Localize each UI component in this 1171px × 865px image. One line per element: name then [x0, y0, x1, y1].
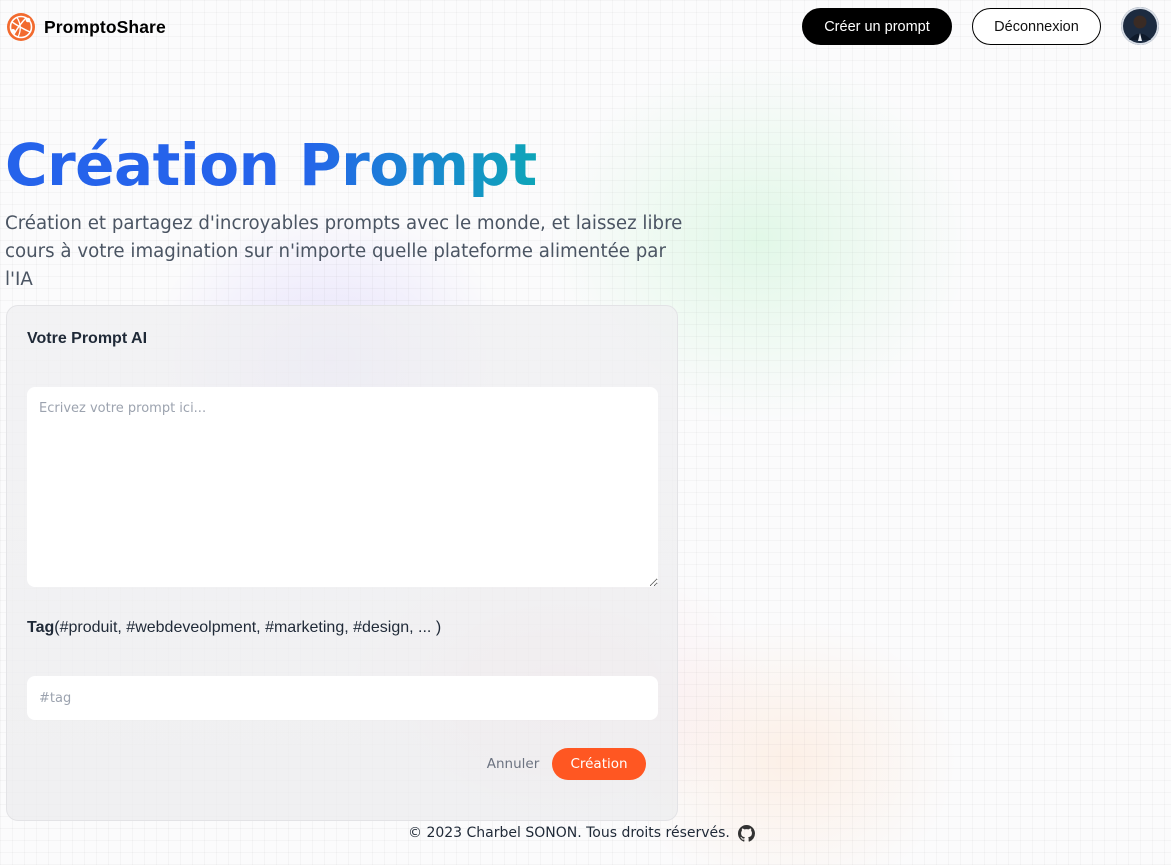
avatar[interactable]: [1121, 7, 1159, 45]
page-title-part1: Création: [5, 131, 280, 199]
copyright-text: © 2023 Charbel SONON. Tous droits réserv…: [408, 825, 730, 841]
tag-label-hint: (#produit, #webdeveolpment, #marketing, …: [54, 619, 442, 636]
submit-button[interactable]: Création: [552, 748, 646, 780]
github-icon[interactable]: [737, 824, 755, 842]
page-title-part2: Prompt: [299, 131, 537, 199]
create-prompt-button[interactable]: Créer un prompt: [802, 8, 952, 45]
globe-logo-icon: [7, 13, 35, 41]
page-description: Création et partagez d'incroyables promp…: [5, 213, 683, 290]
tag-input[interactable]: [27, 676, 658, 720]
avatar-image: [1121, 7, 1159, 45]
tag-label-bold: Tag: [27, 619, 55, 636]
logout-button[interactable]: Déconnexion: [972, 8, 1101, 45]
prompt-textarea[interactable]: [27, 387, 658, 587]
create-prompt-form: Votre Prompt AI Tag(#produit, #webdeveol…: [6, 305, 678, 821]
page-title: Création Prompt: [5, 128, 537, 202]
brand-name: PromptoShare: [44, 16, 166, 37]
top-navbar: PromptoShare Créer un prompt Déconnexion: [0, 0, 1171, 56]
brand-link[interactable]: PromptoShare: [6, 12, 166, 42]
tag-label: Tag(#produit, #webdeveolpment, #marketin…: [27, 619, 441, 637]
cancel-button[interactable]: Annuler: [485, 749, 541, 779]
prompt-label: Votre Prompt AI: [27, 330, 148, 347]
footer: © 2023 Charbel SONON. Tous droits réserv…: [408, 823, 755, 843]
